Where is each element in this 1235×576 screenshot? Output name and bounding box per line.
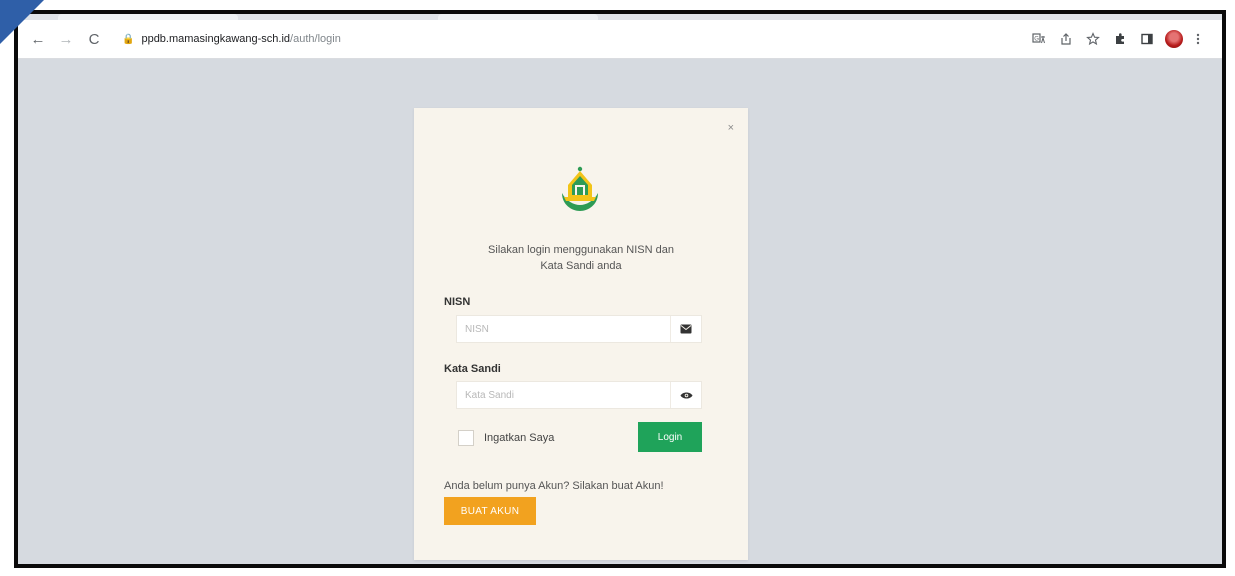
create-account-button[interactable]: BUAT AKUN	[444, 497, 536, 525]
menu-icon[interactable]	[1186, 27, 1210, 51]
extensions-icon[interactable]	[1108, 27, 1132, 51]
remember-me: Ingatkan Saya	[458, 430, 554, 446]
corner-accent	[0, 0, 44, 44]
toolbar-actions: G	[1024, 27, 1222, 51]
profile-avatar[interactable]	[1165, 30, 1183, 48]
remember-checkbox[interactable]	[458, 430, 474, 446]
close-icon[interactable]: ×	[728, 122, 734, 134]
login-instruction: Silakan login menggunakan NISN dan Kata …	[454, 242, 708, 274]
browser-toolbar: ← → C 🔒 ppdb.mamasingkawang-sch.id/auth/…	[18, 20, 1222, 59]
address-bar[interactable]: 🔒 ppdb.mamasingkawang-sch.id/auth/login	[114, 26, 974, 52]
register-prompt: Anda belum punya Akun? Silakan buat Akun…	[444, 480, 664, 492]
nisn-input[interactable]	[457, 316, 670, 342]
translate-icon[interactable]: G	[1027, 27, 1051, 51]
eye-icon[interactable]	[670, 382, 701, 408]
forward-icon[interactable]: →	[54, 27, 78, 51]
star-icon[interactable]	[1081, 27, 1105, 51]
login-button[interactable]: Login	[638, 422, 702, 452]
page-viewport: × Silakan login menggunakan NISN dan Kat…	[18, 59, 1222, 564]
screenshot-frame: ← → C 🔒 ppdb.mamasingkawang-sch.id/auth/…	[14, 10, 1226, 568]
password-label: Kata Sandi	[444, 363, 501, 375]
reload-icon[interactable]: C	[82, 27, 106, 51]
share-icon[interactable]	[1054, 27, 1078, 51]
password-field	[456, 381, 702, 409]
school-logo	[562, 166, 598, 211]
url-path: /auth/login	[290, 33, 341, 45]
remember-label: Ingatkan Saya	[484, 432, 555, 444]
side-panel-icon[interactable]	[1135, 27, 1159, 51]
nisn-field	[456, 315, 702, 343]
login-modal: × Silakan login menggunakan NISN dan Kat…	[414, 108, 748, 560]
url-host: ppdb.mamasingkawang-sch.id	[141, 33, 291, 45]
lock-icon: 🔒	[122, 33, 135, 45]
nisn-label: NISN	[444, 296, 471, 308]
login-instruction-line: Kata Sandi anda	[540, 260, 622, 272]
password-input[interactable]	[457, 382, 670, 408]
envelope-icon	[670, 316, 701, 342]
svg-text:G: G	[1034, 37, 1039, 43]
login-instruction-line: Silakan login menggunakan NISN dan	[488, 244, 674, 256]
